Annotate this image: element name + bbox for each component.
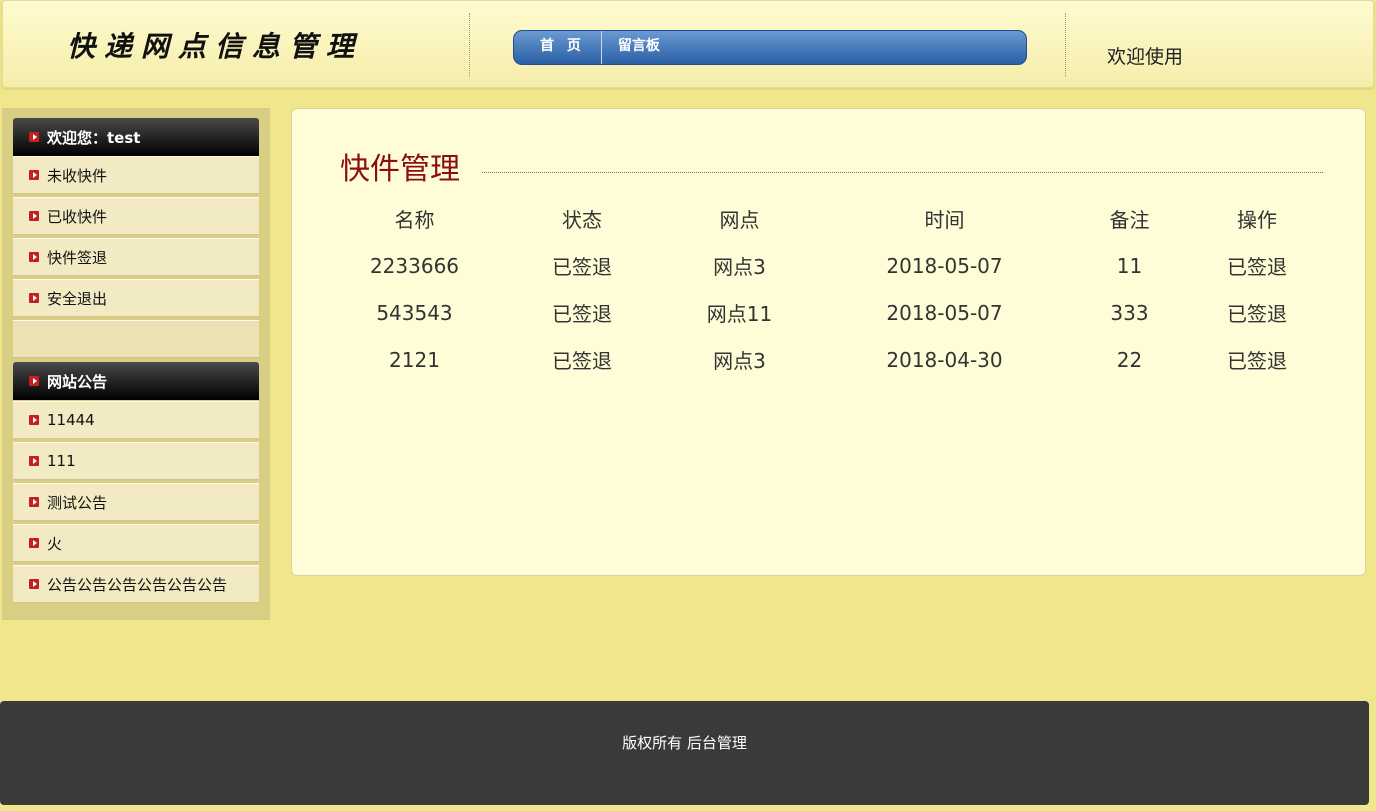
user-welcome-heading: 欢迎您：test <box>13 118 259 156</box>
red-arrow-bullet-icon <box>29 579 39 589</box>
table-cell: 网点11 <box>706 302 773 326</box>
table-cell: 2018-04-30 <box>886 347 1003 372</box>
parcel-table: 名称 状态 网点 时间 备注 操作 2233666 已签退 网点3 2018-0… <box>342 195 1342 383</box>
red-arrow-bullet-icon <box>29 252 39 262</box>
notice-item-label: 111 <box>47 452 76 470</box>
notice-item[interactable]: 11444 <box>13 401 259 439</box>
notice-item[interactable]: 火 <box>13 524 259 562</box>
table-cell: 2233666 <box>369 253 460 278</box>
notice-item[interactable]: 111 <box>13 442 259 480</box>
table-cell: 22 <box>1116 347 1143 372</box>
column-header: 名称 <box>394 208 435 232</box>
notice-heading: 网站公告 <box>13 362 259 400</box>
table-action-cell: 已签退 <box>1227 302 1287 326</box>
table-cell: 已签退 <box>552 349 612 373</box>
notice-heading-text: 网站公告 <box>47 372 108 391</box>
table-action-cell: 已签退 <box>1227 349 1287 373</box>
user-welcome-text: 欢迎您：test <box>47 128 141 147</box>
table-row: 2233666 已签退 网点3 2018-05-07 11 已签退 <box>342 242 1342 289</box>
sidebar-spacer <box>13 320 259 358</box>
sidebar-item-signoff[interactable]: 快件签退 <box>13 238 259 276</box>
column-header: 状态 <box>562 208 602 232</box>
column-header: 网点 <box>719 208 760 232</box>
sidebar-item-unreceived[interactable]: 未收快件 <box>13 156 259 194</box>
notice-item[interactable]: 测试公告 <box>13 483 259 521</box>
red-arrow-bullet-icon <box>29 132 39 142</box>
notice-item[interactable]: 公告公告公告公告公告公告 <box>13 565 259 603</box>
table-header-row: 名称 状态 网点 时间 备注 操作 <box>342 195 1342 242</box>
sidebar-item-label: 快件签退 <box>47 248 108 267</box>
red-arrow-bullet-icon <box>29 211 39 221</box>
sidebar-item-label: 未收快件 <box>47 166 108 185</box>
notice-item-label: 火 <box>47 534 63 553</box>
red-arrow-bullet-icon <box>29 293 39 303</box>
table-cell: 2018-05-07 <box>886 253 1003 278</box>
red-arrow-bullet-icon <box>29 376 39 386</box>
page-header: 快递网点信息管理 首 页 留言板 欢迎使用 <box>2 0 1374 88</box>
sidebar-item-logout[interactable]: 安全退出 <box>13 279 259 317</box>
title-divider <box>482 172 1323 173</box>
table-cell: 已签退 <box>552 302 612 326</box>
column-header: 时间 <box>924 208 965 232</box>
table-row: 2121 已签退 网点3 2018-04-30 22 已签退 <box>342 336 1342 383</box>
table-cell: 333 <box>1110 300 1149 325</box>
notice-item-label: 11444 <box>47 411 95 429</box>
sidebar: 欢迎您：test 未收快件 已收快件 快件签退 安全退出 网站公告 11444 … <box>2 108 270 620</box>
sidebar-item-received[interactable]: 已收快件 <box>13 197 259 235</box>
column-header: 备注 <box>1109 208 1150 232</box>
page-title: 快件管理 <box>340 152 460 187</box>
nav-home-link[interactable]: 首 页 <box>514 31 602 64</box>
main-panel: 快件管理 名称 状态 网点 时间 备注 操作 2233666 已签退 网点3 2… <box>291 108 1366 576</box>
table-row: 543543 已签退 网点11 2018-05-07 333 已签退 <box>342 289 1342 336</box>
table-cell: 2018-05-07 <box>886 300 1003 325</box>
nav-guestbook-link[interactable]: 留言板 <box>602 31 676 64</box>
table-cell: 11 <box>1116 253 1143 278</box>
table-cell: 2121 <box>389 347 440 372</box>
notice-item-label: 公告公告公告公告公告公告 <box>47 575 228 594</box>
site-logo: 快递网点信息管理 <box>67 30 364 63</box>
red-arrow-bullet-icon <box>29 497 39 507</box>
red-arrow-bullet-icon <box>29 170 39 180</box>
sidebar-item-label: 安全退出 <box>47 289 108 308</box>
red-arrow-bullet-icon <box>29 538 39 548</box>
red-arrow-bullet-icon <box>29 415 39 425</box>
header-divider <box>1065 13 1066 77</box>
footer-copyright: 版权所有 后台管理 <box>622 734 747 752</box>
page-footer: 版权所有 后台管理 <box>0 701 1369 805</box>
table-cell: 已签退 <box>552 255 612 279</box>
notice-item-label: 测试公告 <box>47 493 108 512</box>
sidebar-item-label: 已收快件 <box>47 207 108 226</box>
table-cell: 543543 <box>376 300 453 325</box>
column-header: 操作 <box>1237 208 1277 232</box>
header-divider <box>469 13 470 77</box>
table-cell: 网点3 <box>713 255 766 279</box>
welcome-text: 欢迎使用 <box>1107 46 1184 68</box>
red-arrow-bullet-icon <box>29 456 39 466</box>
main-nav: 首 页 留言板 <box>513 30 1027 65</box>
table-cell: 网点3 <box>713 349 766 373</box>
table-action-cell: 已签退 <box>1227 255 1287 279</box>
